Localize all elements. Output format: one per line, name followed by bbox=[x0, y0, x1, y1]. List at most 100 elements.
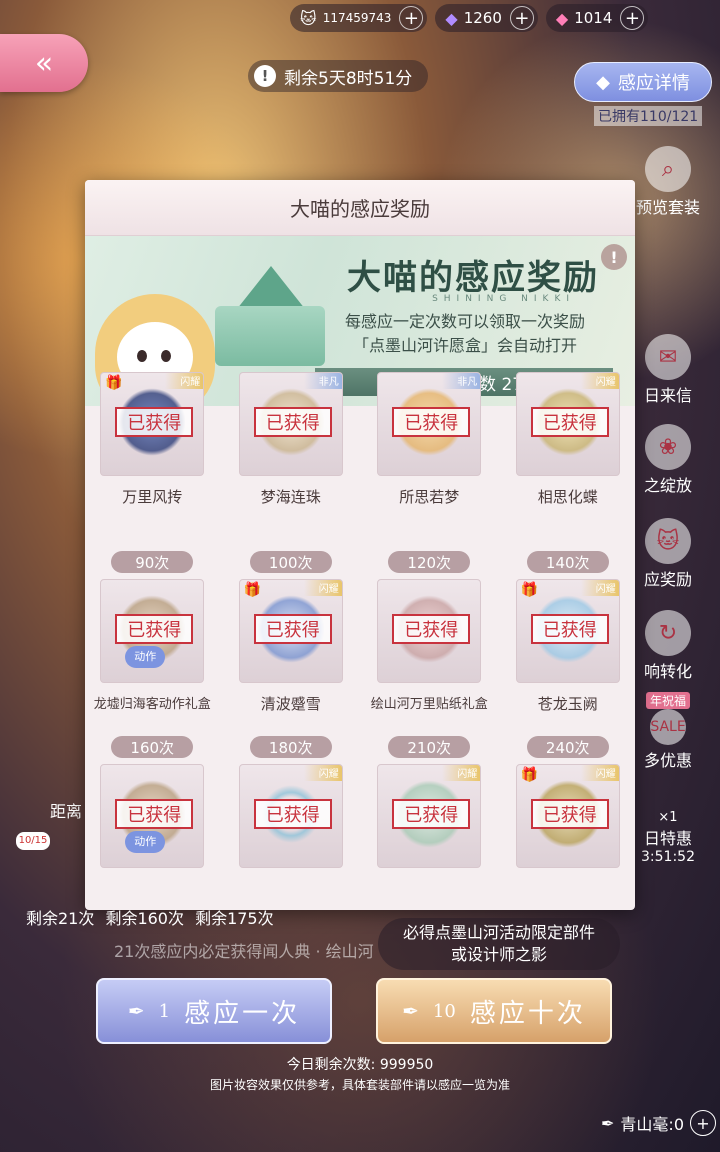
purple-diamond-icon: ◆ bbox=[445, 8, 458, 28]
desc-line-1: 每感应一定次数可以领取一次奖励 bbox=[344, 312, 585, 331]
obtained-stamp: 已获得 bbox=[392, 799, 471, 829]
reward-item[interactable]: 🎁 闪耀 已获得 万里风抟 bbox=[93, 372, 212, 551]
count-pill: 210次 bbox=[388, 736, 471, 758]
item-name: 清波蹙雪 bbox=[260, 695, 321, 713]
reward-item[interactable]: 160次 动作 已获得 bbox=[93, 736, 212, 910]
reward-card[interactable]: 🎁 闪耀 已获得 bbox=[515, 764, 620, 868]
reward-item[interactable]: 非凡 已获得 梦海连珠 bbox=[232, 372, 351, 551]
double-chevron-left-icon: « bbox=[34, 45, 54, 81]
reward-item[interactable]: 闪耀 已获得 相思化蝶 bbox=[509, 372, 628, 551]
reward-item[interactable]: 120次 已获得 绘山河万里贴纸礼盒 bbox=[370, 551, 489, 736]
gift-icon: 🎁 bbox=[520, 767, 539, 783]
pink-diamond-counter: ◆ 1014 + bbox=[545, 4, 649, 32]
flower-icon: ❀ bbox=[645, 424, 691, 470]
add-brush-button[interactable]: + bbox=[690, 1110, 716, 1136]
brush-icon: ✒ bbox=[127, 999, 145, 1023]
side-label: 日来信 bbox=[643, 386, 692, 405]
reward-item[interactable]: 90次 动作 已获得 龙墟归海客动作礼盒 bbox=[93, 551, 212, 736]
reward-row: 🎁 闪耀 已获得 万里风抟 非凡 已获得 梦海连珠 非凡 已获得 所思若梦 闪耀… bbox=[93, 372, 628, 551]
obtained-stamp: 已获得 bbox=[253, 614, 332, 644]
reward-card[interactable]: 闪耀 已获得 bbox=[238, 764, 343, 868]
count-pill: 240次 bbox=[526, 736, 609, 758]
remaining-counts: 剩余21次 剩余160次 剩余175次 bbox=[26, 909, 274, 928]
progress-badge: 10/15 bbox=[16, 832, 50, 850]
distance-label: 距离 bbox=[50, 802, 83, 821]
reward-card[interactable]: 动作 已获得 bbox=[100, 579, 205, 683]
reward-item[interactable]: 140次 🎁 闪耀 已获得 苍龙玉阙 bbox=[509, 551, 628, 736]
gift-icon: 🎁 bbox=[520, 582, 539, 598]
guarantee-line-1: 必得点墨山河活动限定部件 bbox=[402, 923, 595, 942]
action-overlay: 动作 bbox=[125, 831, 166, 853]
induction-detail-button[interactable]: ◆ 感应详情 bbox=[574, 62, 712, 102]
multiplier-label: ×1 bbox=[658, 810, 678, 825]
letter-icon: ✉ bbox=[645, 334, 691, 380]
item-name: 苍龙玉阙 bbox=[537, 695, 598, 713]
action-overlay: 动作 bbox=[125, 646, 166, 668]
side-echo-convert[interactable]: ↻ 响转化 bbox=[626, 610, 710, 682]
reward-item[interactable]: 非凡 已获得 所思若梦 bbox=[370, 372, 489, 551]
reward-card[interactable]: 🎁 闪耀 已获得 bbox=[100, 372, 205, 476]
draw-ten-button[interactable]: ✒ 10 感应十次 bbox=[376, 978, 612, 1044]
count-pill: 140次 bbox=[526, 551, 609, 573]
brush-balance: ✒ 青山毫:0 + bbox=[601, 1108, 716, 1138]
reward-item[interactable]: 240次 🎁 闪耀 已获得 bbox=[509, 736, 628, 910]
side-daily-deal[interactable]: ×1 日特惠 3:51:52 bbox=[626, 810, 710, 865]
swirl-icon: ↻ bbox=[645, 610, 691, 656]
reward-card[interactable]: 已获得 bbox=[377, 579, 482, 683]
add-pink-diamonds-button[interactable]: + bbox=[620, 6, 645, 30]
item-name: 万里风抟 bbox=[122, 488, 183, 506]
exclamation-icon: ! bbox=[254, 65, 276, 87]
reward-item[interactable]: 100次 🎁 闪耀 已获得 清波蹙雪 bbox=[232, 551, 351, 736]
reward-card[interactable]: 🎁 闪耀 已获得 bbox=[515, 579, 620, 683]
info-icon[interactable]: ! bbox=[601, 244, 627, 270]
obtained-stamp: 已获得 bbox=[253, 407, 332, 437]
draw-once-button[interactable]: ✒ 1 感应一次 bbox=[96, 978, 332, 1044]
obtained-stamp: 已获得 bbox=[392, 614, 471, 644]
reward-item[interactable]: 180次 闪耀 已获得 bbox=[232, 736, 351, 910]
obtained-stamp: 已获得 bbox=[115, 799, 194, 829]
guarantee-hint: 21次感应内必定获得闻人典 · 绘山河 bbox=[114, 942, 374, 961]
reward-card[interactable]: 非凡 已获得 bbox=[377, 372, 482, 476]
reward-item[interactable]: 210次 闪耀 已获得 bbox=[370, 736, 489, 910]
detail-button-label: 感应详情 bbox=[617, 73, 690, 94]
count-pill: 160次 bbox=[111, 736, 194, 758]
side-daily-letter[interactable]: ✉ 日来信 bbox=[626, 334, 710, 406]
side-preview-outfit[interactable]: ⌕ 预览套装 bbox=[626, 146, 710, 218]
pink-diamond-icon: ◆ bbox=[555, 8, 569, 28]
banner-subtitle: SHINING NIKKI bbox=[432, 294, 575, 304]
owned-count: 已拥有110/121 bbox=[594, 106, 703, 126]
coin-counter: 🐱 117459743 + bbox=[290, 4, 428, 32]
brush-balance-value: 青山毫:0 bbox=[620, 1115, 684, 1134]
diamond-icon: ◆ bbox=[596, 71, 610, 93]
item-name: 相思化蝶 bbox=[537, 488, 598, 506]
draw-once-cost: 1 bbox=[158, 1000, 171, 1022]
side-label: 响转化 bbox=[643, 662, 692, 681]
banner-title: 大喵的感应奖励 bbox=[347, 258, 599, 298]
desc-line-2: 「点墨山河许愿盒」会自动打开 bbox=[352, 336, 577, 355]
count-pill: 100次 bbox=[249, 551, 332, 573]
cat-coin-icon: 🐱 bbox=[300, 8, 317, 28]
side-bloom[interactable]: ❀ 之绽放 bbox=[626, 424, 710, 496]
side-label: 日特惠 bbox=[643, 829, 692, 848]
reward-card[interactable]: 闪耀 已获得 bbox=[377, 764, 482, 868]
disclaimer-text: 图片妆容效果仅供参考，具体套装部件请以感应一览为准 bbox=[209, 1078, 510, 1092]
reward-card[interactable]: 动作 已获得 bbox=[100, 764, 205, 868]
today-remaining: 今日剩余次数: 999950 bbox=[286, 1057, 434, 1073]
side-induction-reward[interactable]: 🐱 应奖励 bbox=[626, 518, 710, 590]
obtained-stamp: 已获得 bbox=[530, 799, 609, 829]
reward-card[interactable]: 闪耀 已获得 bbox=[515, 372, 620, 476]
count-pill: 120次 bbox=[388, 551, 471, 573]
reward-card[interactable]: 非凡 已获得 bbox=[238, 372, 343, 476]
back-button[interactable]: « bbox=[0, 34, 88, 92]
currency-bar: 🐱 117459743 + ◆ 1260 + ◆ 1014 + bbox=[290, 4, 649, 32]
item-name: 梦海连珠 bbox=[260, 488, 321, 506]
add-coins-button[interactable]: + bbox=[399, 6, 424, 30]
side-more-offers[interactable]: 年祝福 SALE 多优惠 bbox=[626, 690, 710, 771]
add-purple-diamonds-button[interactable]: + bbox=[509, 6, 534, 30]
reward-card[interactable]: 🎁 闪耀 已获得 bbox=[238, 579, 343, 683]
purple-diamond-value: 1260 bbox=[463, 9, 502, 27]
brush-icon: ✒ bbox=[402, 999, 419, 1023]
sale-icon: SALE bbox=[650, 709, 686, 745]
obtained-stamp: 已获得 bbox=[115, 407, 194, 437]
guarantee-bubble: 必得点墨山河活动限定部件 或设计师之影 bbox=[378, 918, 620, 970]
